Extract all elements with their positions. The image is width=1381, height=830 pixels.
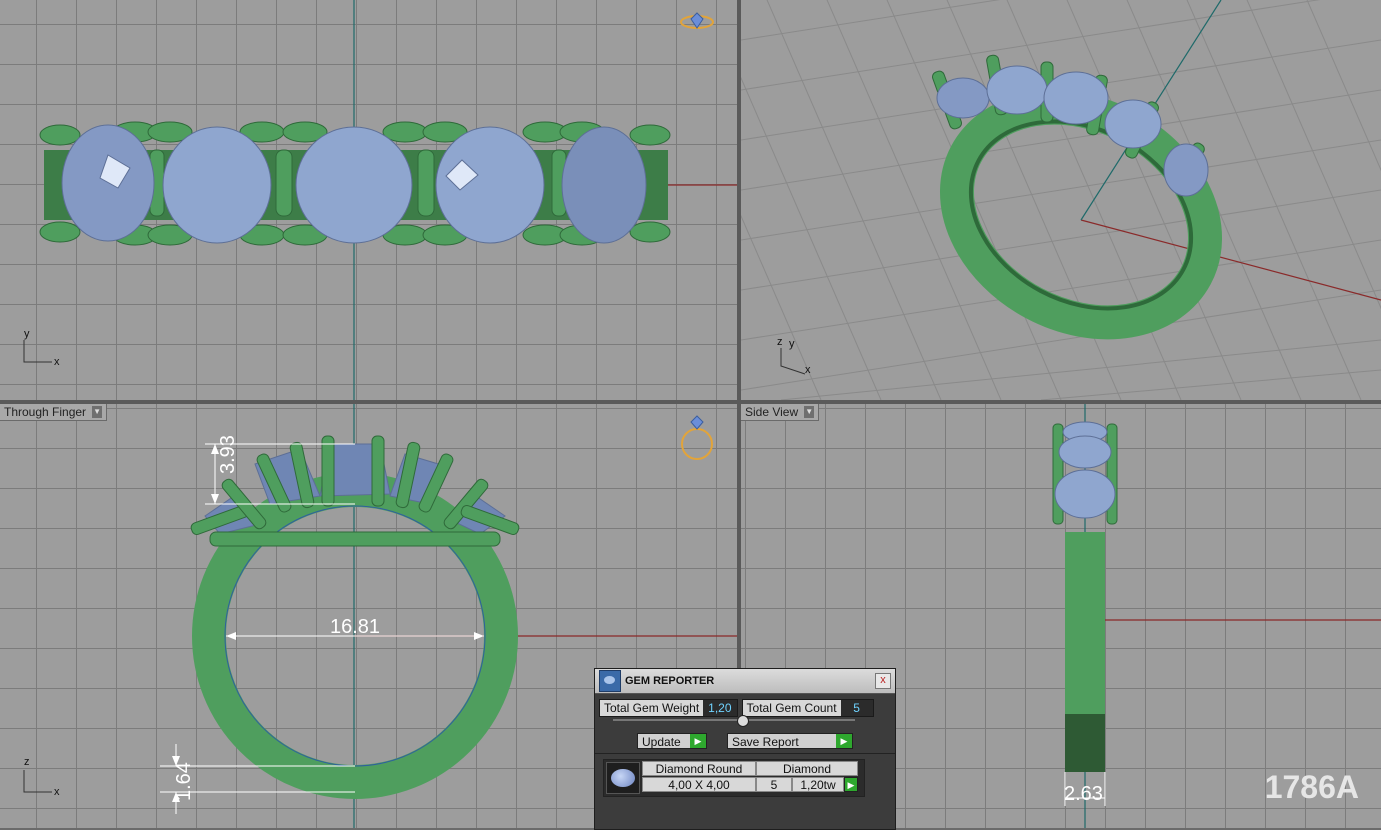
gem-count-cell: 5 xyxy=(756,777,792,792)
gem-weight-cell: 1,20tw xyxy=(792,777,844,792)
update-button[interactable]: Update ▶ xyxy=(637,733,707,749)
axis-y-label: y xyxy=(24,328,30,340)
viewport-top[interactable]: y x xyxy=(0,0,737,400)
axis-z-label: z xyxy=(777,336,783,348)
divider xyxy=(595,753,895,754)
dim-height-label: 3.93 xyxy=(217,435,239,474)
gem-reporter-slider-track[interactable] xyxy=(613,719,855,721)
gem-reporter-footer xyxy=(595,803,895,829)
gem-material-cell: Diamond xyxy=(756,761,858,776)
gem-size-cell: 4,00 X 4,00 xyxy=(642,777,756,792)
top-view-canvas xyxy=(39,0,737,400)
gem-reporter-titlebar[interactable]: GEM REPORTER x xyxy=(595,669,895,694)
dropdown-arrow-icon[interactable]: ▼ xyxy=(804,406,815,418)
gem-list-row[interactable]: Diamond Round Diamond 4,00 X 4,00 5 1,20… xyxy=(603,759,865,797)
model-code-watermark: 1786A xyxy=(1264,769,1359,805)
dropdown-arrow-icon[interactable]: ▼ xyxy=(92,406,103,418)
axis-z-label: z xyxy=(24,756,30,768)
play-arrow-icon: ▶ xyxy=(690,734,706,748)
save-report-button[interactable]: Save Report ▶ xyxy=(727,733,853,749)
gem-reporter-title: GEM REPORTER xyxy=(625,675,715,687)
gem-reporter-icon xyxy=(599,670,621,692)
viewport-perspective[interactable]: z y x xyxy=(741,0,1381,400)
total-gem-count-field: Total Gem Count 5 xyxy=(741,699,874,717)
perspective-canvas xyxy=(741,0,1381,400)
update-button-label: Update xyxy=(642,735,681,749)
gem-reporter-slider-handle[interactable] xyxy=(737,715,749,727)
total-gem-count-value: 5 xyxy=(853,701,860,715)
save-report-button-label: Save Report xyxy=(732,735,799,749)
axis-triad-top xyxy=(23,340,52,363)
close-icon[interactable]: x xyxy=(875,673,891,689)
ring-front-icon[interactable] xyxy=(678,412,716,464)
dim-inner-diameter-label: 16.81 xyxy=(330,616,380,638)
dim-width-label: 2.63 xyxy=(1064,783,1103,805)
axis-triad-front xyxy=(23,770,52,793)
dim-thickness-label: 1.64 xyxy=(173,762,195,801)
gem-reporter-panel: GEM REPORTER x Total Gem Weight 1,20 Tot… xyxy=(594,668,896,830)
ring-top-icon[interactable] xyxy=(678,10,716,34)
viewport-side-title: Side View xyxy=(745,405,799,419)
play-arrow-icon[interactable]: ▶ xyxy=(844,777,858,792)
gem-type-cell: Diamond Round xyxy=(642,761,756,776)
axis-triad-persp xyxy=(780,348,806,375)
gem-thumbnail-icon xyxy=(606,762,640,794)
viewport-front-menu[interactable]: Through Finger ▼ xyxy=(0,404,108,421)
viewport-front-title: Through Finger xyxy=(4,405,87,419)
viewport-divider-horizontal[interactable] xyxy=(0,400,1381,404)
play-arrow-icon: ▶ xyxy=(836,734,852,748)
total-gem-count-label: Total Gem Count xyxy=(742,700,841,716)
viewport-side-menu[interactable]: Side View ▼ xyxy=(741,404,820,421)
total-gem-weight-field: Total Gem Weight 1,20 xyxy=(599,699,738,717)
total-gem-weight-label: Total Gem Weight xyxy=(600,700,704,716)
total-gem-weight-value: 1,20 xyxy=(708,701,732,715)
